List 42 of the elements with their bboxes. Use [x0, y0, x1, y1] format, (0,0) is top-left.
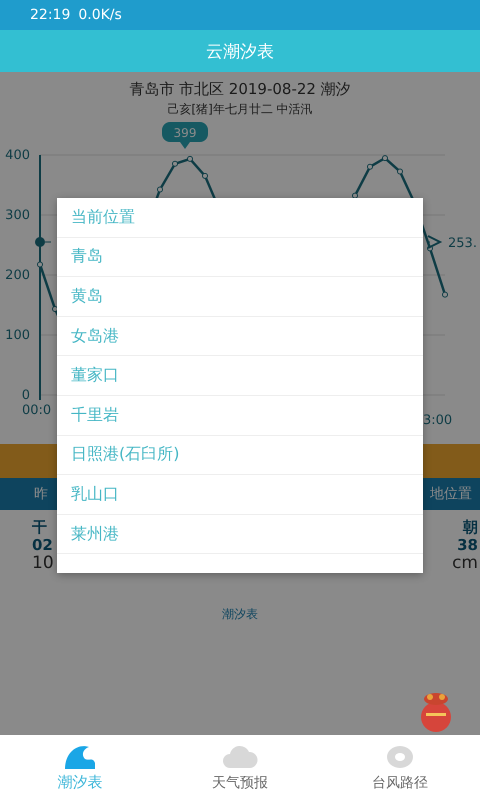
axis-tick-label: 00:0 [22, 403, 52, 418]
axis-tick-label: 200 [5, 268, 30, 283]
cloud-icon [222, 744, 258, 770]
axis-tick-label: 3:00 [423, 413, 452, 428]
location-item[interactable]: 当前位置 [57, 198, 423, 238]
location-item[interactable]: 青岛 [57, 238, 423, 278]
nav-tab[interactable]: 台风路径 [320, 735, 480, 800]
status-time: 22:19 [30, 7, 70, 23]
location-item[interactable]: 乳山口 [57, 475, 423, 515]
typhoon-icon [385, 744, 415, 770]
stat-text: 干 [32, 518, 47, 536]
nav-tab[interactable]: 天气预报 [160, 735, 320, 800]
chart-subtitle: 己亥[猪]年七月廿二 中活汛 [166, 101, 314, 118]
stat-text: 38 [457, 536, 478, 554]
location-item[interactable]: 女岛港 [57, 316, 423, 356]
app-title: 云潮汐表 [0, 30, 480, 72]
axis-tick-label: 0 [22, 388, 30, 403]
stat-text: 10 [32, 554, 54, 572]
axis-tick-label: 300 [5, 208, 30, 223]
peak-marker [162, 122, 208, 149]
nav-tab-label: 台风路径 [372, 774, 428, 792]
location-item[interactable]: 董家口 [57, 356, 423, 396]
footer-label: 潮汐表 [221, 606, 259, 623]
nav-tab-label: 天气预报 [212, 774, 268, 792]
location-item[interactable]: 黄岛 [57, 277, 423, 317]
stat-text: cm [452, 554, 478, 572]
location-item[interactable]: 日照港(石臼所) [57, 436, 423, 476]
location-item[interactable]: 千里岩 [57, 396, 423, 436]
wave-icon [63, 743, 97, 769]
stat-text: 朝 [463, 518, 478, 536]
current-level-label: 253. [448, 236, 477, 251]
peak-label: 399 [174, 126, 196, 140]
axis-tick-label: 400 [5, 148, 30, 163]
axis-tick-label: 100 [5, 328, 30, 343]
stat-text: 02 [32, 536, 53, 554]
chart-title: 青岛市 市北区 2019-08-22 潮汐 [128, 80, 352, 99]
day-bar-text: 昨 [34, 485, 48, 503]
nav-tab-label: 潮汐表 [58, 773, 102, 792]
location-item[interactable]: 莱州港 [57, 514, 423, 554]
network-speed: 0.0K/s [78, 7, 122, 23]
nav-tab[interactable]: 潮汐表 [0, 735, 160, 800]
day-bar-text: 地位置 [430, 485, 472, 503]
